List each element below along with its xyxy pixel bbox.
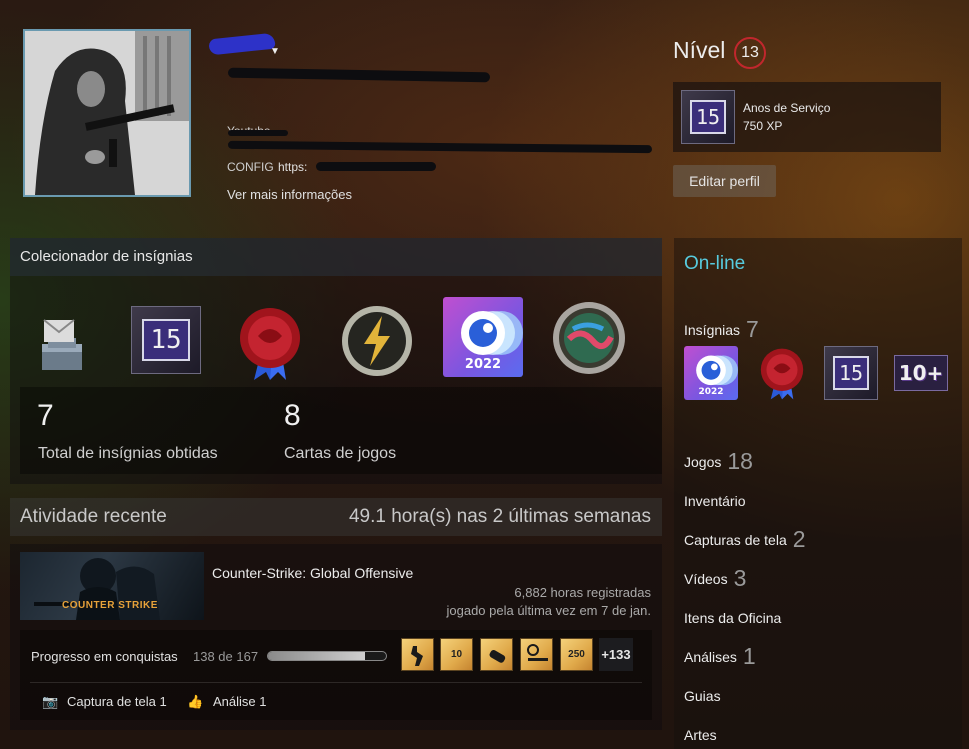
badge-row: 15 2022: [10, 290, 662, 380]
game-name-link[interactable]: Counter-Strike: Global Offensive: [212, 565, 413, 581]
rifle-250-achievement-icon[interactable]: 250: [560, 638, 593, 671]
recent-activity-title: Atividade recente: [20, 506, 167, 527]
achievement-count: 138 de 167: [193, 649, 259, 664]
steam-replay-icon[interactable]: 2022: [443, 297, 523, 377]
game-cards-value: 8: [284, 399, 301, 432]
sidebar-item-inventory[interactable]: Inventário: [684, 493, 745, 509]
soldier-achievement-icon[interactable]: [401, 638, 434, 671]
grenade-achievement-icon[interactable]: [480, 638, 513, 671]
divider: [30, 682, 642, 683]
camera-icon: 📷: [42, 694, 59, 709]
porthole-icon[interactable]: [551, 299, 627, 382]
years-of-service-icon[interactable]: 15: [131, 306, 201, 374]
total-badges-value: 7: [37, 399, 54, 432]
recent-activity-header: Atividade recente 49.1 hora(s) nas 2 últ…: [10, 498, 662, 536]
sidebar-item-games[interactable]: Jogos 18: [684, 448, 753, 475]
avatar[interactable]: [23, 29, 191, 197]
level-label: Nível: [673, 37, 726, 63]
badge-stats: 7 Total de insígnias obtidas 8 Cartas de…: [20, 387, 662, 474]
thumbs-up-icon: 👍: [187, 694, 204, 709]
favorite-badge-xp: 750 XP: [743, 119, 783, 133]
target-rifle-achievement-icon[interactable]: [520, 638, 553, 671]
ten-plus-icon[interactable]: 10+: [894, 355, 948, 391]
sidebar-item-videos[interactable]: Vídeos 3: [684, 565, 746, 592]
redacted-text: [228, 130, 288, 136]
sidebar-item-artwork[interactable]: Artes: [684, 727, 717, 743]
game-last-played: jogado pela última vez em 7 de jan.: [446, 603, 651, 618]
sidebar-item-guides[interactable]: Guias: [684, 688, 721, 704]
review-count-link[interactable]: Análise 1: [213, 694, 266, 709]
sidebar-item-reviews[interactable]: Análises 1: [684, 643, 756, 670]
badge-collector-title[interactable]: Colecionador de insígnias: [10, 238, 662, 276]
ten-achievement-icon[interactable]: 10: [440, 638, 473, 671]
recent-game: COUNTER STRIKE Counter-Strike: Global Of…: [10, 544, 662, 730]
redacted-youtube-link: [227, 140, 653, 154]
info-label-config: CONFIG: [227, 160, 274, 174]
achievement-progress-fill: [268, 652, 366, 660]
wax-seal-icon[interactable]: [758, 346, 806, 407]
level-badge: 13: [734, 37, 766, 69]
more-info-link[interactable]: Ver mais informações: [227, 187, 352, 202]
edit-profile-button[interactable]: Editar perfil: [673, 165, 776, 197]
envelope-stack-icon[interactable]: [36, 316, 88, 377]
recent-activity-hours: 49.1 hora(s) nas 2 últimas semanas: [348, 506, 651, 527]
total-badges-label: Total de insígnias obtidas: [38, 445, 218, 462]
favorite-badge-title: Anos de Serviço: [743, 101, 831, 115]
badge-collector: Colecionador de insígnias 15 2022 7 Tota…: [10, 238, 662, 484]
achievement-progress-label[interactable]: Progresso em conquistas: [31, 649, 178, 664]
redacted-config-link: [316, 162, 436, 171]
chevron-down-icon[interactable]: ▼: [270, 46, 280, 57]
avatar-photo-icon: [25, 31, 189, 195]
game-logo: COUNTER STRIKE: [62, 600, 158, 611]
game-hours-on-record: 6,882 horas registradas: [514, 585, 651, 600]
years-of-service-icon: 15: [681, 90, 735, 144]
screenshot-count-link[interactable]: Captura de tela 1: [67, 694, 167, 709]
wax-seal-icon[interactable]: [236, 306, 304, 387]
game-cards-label: Cartas de jogos: [284, 445, 397, 462]
redacted-persona-name: [208, 32, 276, 56]
profile-sidebar: On-line Insígnias 7 2022 15 10+ Jogos 18…: [674, 238, 962, 749]
sidebar-badge-row: 2022 15 10+: [684, 346, 954, 402]
online-status: On-line: [684, 253, 746, 274]
lightning-icon[interactable]: [340, 304, 414, 383]
redacted-real-name: [227, 67, 491, 83]
achievement-progress-bar: [267, 651, 387, 661]
config-link[interactable]: https:: [278, 160, 307, 174]
sidebar-item-screenshots[interactable]: Capturas de tela 2: [684, 526, 806, 553]
achievement-progress: Progresso em conquistas 138 de 167 10 25…: [20, 630, 652, 720]
game-capsule[interactable]: COUNTER STRIKE: [20, 552, 204, 620]
sidebar-item-workshop[interactable]: Itens da Oficina: [684, 610, 781, 626]
more-achievements-badge[interactable]: +133: [599, 638, 633, 671]
sidebar-item-badges[interactable]: Insígnias 7: [684, 316, 759, 343]
years-of-service-icon[interactable]: 15: [824, 346, 878, 400]
steam-replay-icon[interactable]: 2022: [684, 346, 738, 400]
favorite-badge[interactable]: 15 Anos de Serviço 750 XP: [673, 82, 941, 152]
